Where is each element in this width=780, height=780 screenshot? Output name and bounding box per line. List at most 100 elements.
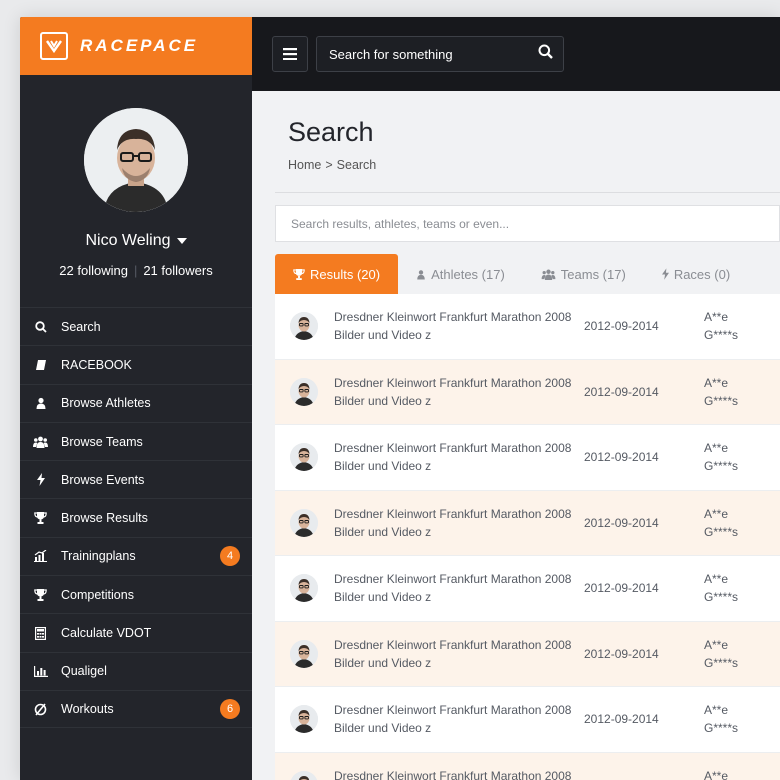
- book-icon: [32, 358, 49, 372]
- result-title[interactable]: Dresdner Kleinwort Frankfurt Marathon 20…: [334, 439, 584, 475]
- sidebar-item-label: RACEBOOK: [61, 357, 132, 372]
- avatar[interactable]: [290, 574, 318, 603]
- result-title[interactable]: Dresdner Kleinwort Frankfurt Marathon 20…: [334, 636, 584, 672]
- tab-teams[interactable]: Teams (17): [523, 254, 644, 294]
- avatar[interactable]: [290, 443, 318, 472]
- profile-name-dropdown[interactable]: Nico Weling: [20, 232, 252, 250]
- result-date: 2012-09-2014: [584, 646, 659, 661]
- result-title[interactable]: Dresdner Kleinwort Frankfurt Marathon 20…: [334, 374, 584, 410]
- result-row[interactable]: Dresdner Kleinwort Frankfurt Marathon 20…: [275, 490, 780, 556]
- avatar[interactable]: [290, 508, 318, 537]
- result-row[interactable]: Dresdner Kleinwort Frankfurt Marathon 20…: [275, 752, 780, 780]
- tab-label: Races (0): [673, 266, 731, 282]
- sidebar-item-racebook[interactable]: RACEBOOK: [20, 345, 252, 383]
- sidebar-item-label: Trainingplans: [61, 549, 136, 564]
- result-athlete: A**e G****s: [704, 308, 738, 344]
- result-title-line2: Bilder und Video z: [334, 590, 432, 605]
- avatar[interactable]: [290, 312, 318, 341]
- chart-icon: [32, 549, 49, 563]
- sidebar-item-browse-events[interactable]: Browse Events: [20, 460, 252, 498]
- brand-logo[interactable]: RACEPACE: [20, 17, 252, 75]
- user-icon: [416, 269, 426, 280]
- following-count[interactable]: 22 following: [59, 263, 128, 278]
- result-row[interactable]: Dresdner Kleinwort Frankfurt Marathon 20…: [275, 687, 780, 753]
- results-filter: [275, 205, 780, 242]
- sidebar-item-browse-athletes[interactable]: Browse Athletes: [20, 383, 252, 422]
- sidebar-item-trainingplans[interactable]: Trainingplans 4: [20, 536, 252, 575]
- result-title[interactable]: Dresdner Kleinwort Frankfurt Marathon 20…: [334, 308, 584, 344]
- result-title-line2: Bilder und Video z: [334, 655, 432, 670]
- tab-races[interactable]: Races (0): [644, 254, 748, 294]
- tab-athletes[interactable]: Athletes (17): [398, 254, 523, 294]
- result-athlete-line1: A**e: [704, 703, 729, 718]
- tab-label: Results (20): [310, 266, 381, 282]
- sidebar-item-label: Browse Events: [61, 472, 145, 487]
- result-row[interactable]: Dresdner Kleinwort Frankfurt Marathon 20…: [275, 425, 780, 491]
- sidebar-item-qualigel[interactable]: Qualigel: [20, 651, 252, 690]
- result-title-line2: Bilder und Video z: [334, 721, 432, 736]
- result-athlete: A**e G****s: [704, 767, 734, 780]
- sidebar-item-browse-results[interactable]: Browse Results: [20, 498, 252, 536]
- results-filter-input[interactable]: [291, 216, 691, 231]
- result-athlete: A**e G****s: [704, 570, 738, 606]
- breadcrumb-home[interactable]: Home: [288, 158, 321, 172]
- avatar[interactable]: [290, 639, 318, 668]
- result-athlete-line2: G****s: [704, 459, 739, 474]
- sidebar-item-calculate-vdot[interactable]: Calculate VDOT: [20, 613, 252, 651]
- avatar[interactable]: [290, 705, 318, 734]
- sidebar-item-competitions[interactable]: Competitions: [20, 575, 252, 613]
- sidebar-item-browse-teams[interactable]: Browse Teams: [20, 421, 252, 460]
- tab-results[interactable]: Results (20): [275, 254, 399, 294]
- result-title[interactable]: Dresdner Kleinwort Frankfurt Marathon 20…: [334, 505, 584, 541]
- result-title[interactable]: Dresdner Kleinwort Frankfurt Marathon 20…: [334, 570, 584, 606]
- result-row[interactable]: Dresdner Kleinwort Frankfurt Marathon 20…: [275, 359, 780, 425]
- profile-stats: 22 following | 21 followers: [20, 263, 252, 278]
- hamburger-menu-button[interactable]: [272, 36, 308, 72]
- search-icon[interactable]: [538, 44, 553, 64]
- result-athlete-line1: A**e: [704, 310, 729, 325]
- brand-name: RACEPACE: [80, 36, 199, 55]
- stats-divider: |: [133, 263, 138, 278]
- sidebar-item-label: Competitions: [61, 587, 134, 602]
- sidebar-nav: Search RACEBOOK Browse Athletes Browse T…: [20, 307, 252, 729]
- profile-name: Nico Weling: [85, 232, 171, 249]
- user-icon: [32, 396, 49, 410]
- result-athlete-line1: A**e: [704, 572, 729, 587]
- result-row[interactable]: Dresdner Kleinwort Frankfurt Marathon 20…: [275, 556, 780, 622]
- result-title-line2: Bilder und Video z: [334, 459, 432, 474]
- result-title[interactable]: Dresdner Kleinwort Frankfurt Marathon 20…: [334, 701, 584, 737]
- trophy-icon: [32, 511, 49, 525]
- sidebar-item-label: Calculate VDOT: [61, 626, 152, 641]
- app-window: RACEPACE Nico Weling 22 following | 21 f…: [20, 17, 780, 780]
- sidebar-item-workouts[interactable]: Workouts 6: [20, 689, 252, 729]
- result-title-line2: Bilder und Video z: [334, 524, 432, 539]
- result-athlete-line1: A**e: [704, 637, 729, 652]
- avatar[interactable]: [290, 770, 318, 780]
- result-title-line1: Dresdner Kleinwort Frankfurt Marathon 20…: [334, 768, 572, 780]
- result-date: 2012-09-2014: [584, 581, 659, 596]
- sidebar-item-search[interactable]: Search: [20, 307, 252, 345]
- result-title[interactable]: Dresdner Kleinwort Frankfurt Marathon 20…: [334, 767, 584, 780]
- result-athlete-line2: G****s: [704, 393, 739, 408]
- result-date: 2012-09-2014: [584, 450, 659, 465]
- result-title-line1: Dresdner Kleinwort Frankfurt Marathon 20…: [334, 441, 572, 456]
- global-search-input[interactable]: [329, 46, 529, 62]
- result-row[interactable]: Dresdner Kleinwort Frankfurt Marathon 20…: [275, 621, 780, 687]
- result-athlete-line1: A**e: [704, 506, 729, 521]
- result-athlete-line2: G****s: [704, 524, 739, 539]
- followers-count[interactable]: 21 followers: [143, 263, 212, 278]
- avatar[interactable]: [84, 108, 188, 212]
- main-content: Search Home > Search Results (20) Athlet…: [252, 91, 780, 780]
- users-icon: [541, 269, 556, 280]
- result-title-line1: Dresdner Kleinwort Frankfurt Marathon 20…: [334, 506, 572, 521]
- tab-label: Teams (17): [560, 266, 626, 282]
- result-athlete-line1: A**e: [704, 441, 729, 456]
- avatar[interactable]: [290, 377, 318, 406]
- result-row[interactable]: Dresdner Kleinwort Frankfurt Marathon 20…: [275, 294, 780, 360]
- sidebar-item-label: Browse Teams: [61, 434, 143, 449]
- result-title-line2: Bilder und Video z: [334, 393, 432, 408]
- breadcrumb: Home > Search: [288, 158, 780, 172]
- calculator-icon: [32, 626, 49, 640]
- top-bar: [252, 17, 780, 91]
- sidebar-item-label: Browse Results: [61, 511, 148, 526]
